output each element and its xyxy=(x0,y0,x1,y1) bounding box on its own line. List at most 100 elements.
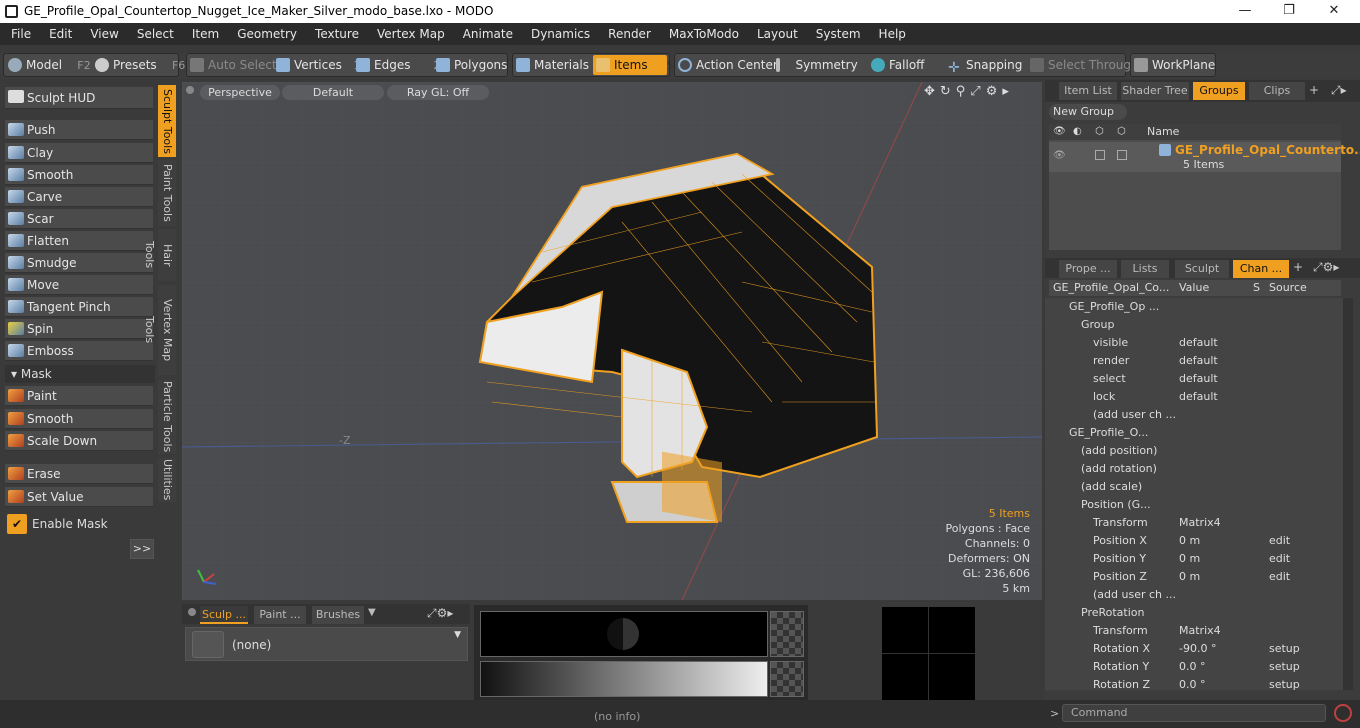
tool-push[interactable]: Push xyxy=(5,120,153,140)
auto-select-button[interactable]: Auto Select xyxy=(190,55,277,75)
channel-value[interactable]: default xyxy=(1179,388,1218,406)
channel-row[interactable]: Rotation Y 0.0 ° setup xyxy=(1049,658,1341,676)
tab-item-list[interactable]: Item List xyxy=(1059,82,1117,100)
channel-row[interactable]: Position X 0 m edit xyxy=(1049,532,1341,550)
tool-tangent-pinch[interactable]: Tangent Pinch xyxy=(5,297,153,317)
panel-options-icon[interactable]: ⤢▸ xyxy=(1331,83,1347,98)
workplane-button[interactable]: WorkPlane xyxy=(1134,55,1215,75)
tab-shader-tree[interactable]: Shader Tree xyxy=(1121,82,1189,100)
menu-geometry[interactable]: Geometry xyxy=(226,23,304,41)
menu-item[interactable]: Item xyxy=(181,23,226,41)
add-tab-icon[interactable]: + xyxy=(1293,260,1303,274)
tool-move[interactable]: Move xyxy=(5,275,153,295)
vertices-button[interactable]: Vertices 1 xyxy=(276,55,360,75)
enable-mask-checkbox[interactable]: ✔ xyxy=(7,514,27,534)
viewport-menu-icon[interactable] xyxy=(186,86,194,94)
channel-value[interactable]: Matrix4 xyxy=(1179,514,1221,532)
tab-paint[interactable]: Paint ... xyxy=(254,606,306,624)
menu-render[interactable]: Render xyxy=(597,23,658,41)
command-input[interactable]: Command xyxy=(1062,704,1326,722)
channel-value[interactable]: default xyxy=(1179,370,1218,388)
channel-value[interactable]: 0.0 ° xyxy=(1179,676,1206,690)
menu-edit[interactable]: Edit xyxy=(38,23,79,41)
texture-thumb-2[interactable] xyxy=(770,661,804,697)
channel-row[interactable]: Position Y 0 m edit xyxy=(1049,550,1341,568)
tool-emboss[interactable]: Emboss xyxy=(5,341,153,361)
channel-row[interactable]: Group xyxy=(1049,316,1341,334)
mask-scale-down[interactable]: Scale Down xyxy=(5,431,153,451)
texture-thumb-1[interactable] xyxy=(770,611,804,657)
tab-sculpt-tools[interactable]: Sculpt Tools xyxy=(158,85,176,157)
tab-hair-tools[interactable]: Hair Tools xyxy=(143,229,176,281)
materials-button[interactable]: Materials xyxy=(516,55,589,75)
polygons-button[interactable]: Polygons xyxy=(436,55,507,75)
brush-preset-dropdown[interactable]: (none) ▼ xyxy=(185,627,468,661)
channel-value[interactable]: 0 m xyxy=(1179,532,1200,550)
channel-row[interactable]: (add position) xyxy=(1049,442,1341,460)
channel-row[interactable]: (add user ch ... xyxy=(1049,406,1341,424)
channel-row[interactable]: (add rotation) xyxy=(1049,460,1341,478)
row-checkbox[interactable] xyxy=(1095,150,1105,160)
channel-value[interactable]: Matrix4 xyxy=(1179,622,1221,640)
maximize-button[interactable]: ❐ xyxy=(1267,2,1311,20)
tab-sculpt-props[interactable]: Sculpt xyxy=(1175,260,1229,278)
mask-header[interactable]: ▾ Mask xyxy=(5,365,155,383)
shading-default-button[interactable]: Default xyxy=(282,85,384,100)
channel-row[interactable]: (add scale) xyxy=(1049,478,1341,496)
row-checkbox[interactable] xyxy=(1117,150,1127,160)
channel-row[interactable]: Transform Matrix4 xyxy=(1049,622,1341,640)
tab-vertex-map-tools[interactable]: Vertex Map Tools xyxy=(143,285,176,375)
action-center-button[interactable]: Action Center xyxy=(678,55,778,75)
mask-set-value[interactable]: Set Value xyxy=(5,487,153,507)
menu-layout[interactable]: Layout xyxy=(746,23,805,41)
menu-help[interactable]: Help xyxy=(868,23,913,41)
edges-button[interactable]: Edges 2 xyxy=(356,55,440,75)
viewport-nav-icons[interactable]: ✥↻⚲⤢⚙▸ xyxy=(924,84,1014,99)
menu-view[interactable]: View xyxy=(79,23,125,41)
channel-row[interactable]: (add user ch ... xyxy=(1049,586,1341,604)
view-perspective-button[interactable]: Perspective xyxy=(200,85,280,100)
tab-sculpt[interactable]: Sculp ... xyxy=(200,606,248,624)
channel-row[interactable]: GE_Profile_O... xyxy=(1049,424,1341,442)
new-group-button[interactable]: New Group xyxy=(1049,104,1127,120)
channel-row[interactable]: Transform Matrix4 xyxy=(1049,514,1341,532)
symmetry-button[interactable]: Symmetry xyxy=(776,55,858,75)
menu-dynamics[interactable]: Dynamics xyxy=(520,23,597,41)
channel-value[interactable]: 0 m xyxy=(1179,550,1200,568)
model-button[interactable]: Model F2 xyxy=(8,55,91,75)
channel-value[interactable]: 0 m xyxy=(1179,568,1200,586)
channel-row[interactable]: Position Z 0 m edit xyxy=(1049,568,1341,586)
group-row[interactable]: 👁 GE_Profile_Opal_Countertо... 5 Items xyxy=(1049,142,1360,172)
items-button[interactable]: Items 5 xyxy=(593,55,674,75)
3d-viewport[interactable]: -Z Perspective Default Ray GL: Off ✥↻⚲⤢⚙… xyxy=(182,82,1042,600)
tab-channels[interactable]: Chan ... xyxy=(1233,260,1289,278)
channel-row[interactable]: PreRotation xyxy=(1049,604,1341,622)
expand-button[interactable]: >> xyxy=(130,539,154,559)
menu-file[interactable]: File xyxy=(0,23,38,41)
minimize-button[interactable]: — xyxy=(1223,2,1267,20)
sculpt-hud-button[interactable]: Sculpt HUD xyxy=(5,87,153,109)
channel-row[interactable]: render default xyxy=(1049,352,1341,370)
menu-system[interactable]: System xyxy=(805,23,868,41)
panel-options-icon[interactable]: ⤢⚙▸ xyxy=(1313,260,1339,275)
gradient-preview[interactable] xyxy=(480,661,768,697)
channel-row[interactable]: Rotation Z 0.0 ° setup xyxy=(1049,676,1341,690)
presets-button[interactable]: Presets F6 xyxy=(95,55,185,75)
panel-options-icon[interactable]: ⤢⚙▸ xyxy=(427,606,453,621)
tab-utilities[interactable]: Utilities xyxy=(158,458,176,502)
tab-clips[interactable]: Clips xyxy=(1249,82,1305,100)
tab-groups[interactable]: Groups xyxy=(1193,82,1245,100)
record-icon[interactable] xyxy=(1334,704,1352,722)
tab-paint-tools[interactable]: Paint Tools xyxy=(158,160,176,226)
mask-paint[interactable]: Paint xyxy=(5,386,153,406)
snapping-button[interactable]: ✛ Snapping xyxy=(948,55,1022,75)
channel-row[interactable]: Position (G... xyxy=(1049,496,1341,514)
tab-lists[interactable]: Lists xyxy=(1121,260,1169,278)
row-visibility-icon[interactable]: 👁 xyxy=(1053,150,1066,161)
tab-particle-tools[interactable]: Particle Tools xyxy=(158,380,176,454)
menu-animate[interactable]: Animate xyxy=(452,23,520,41)
mask-smooth[interactable]: Smooth xyxy=(5,409,153,429)
menu-vertex-map[interactable]: Vertex Map xyxy=(366,23,452,41)
brush-preview[interactable] xyxy=(480,611,768,657)
add-tab-icon[interactable]: + xyxy=(1309,83,1319,97)
